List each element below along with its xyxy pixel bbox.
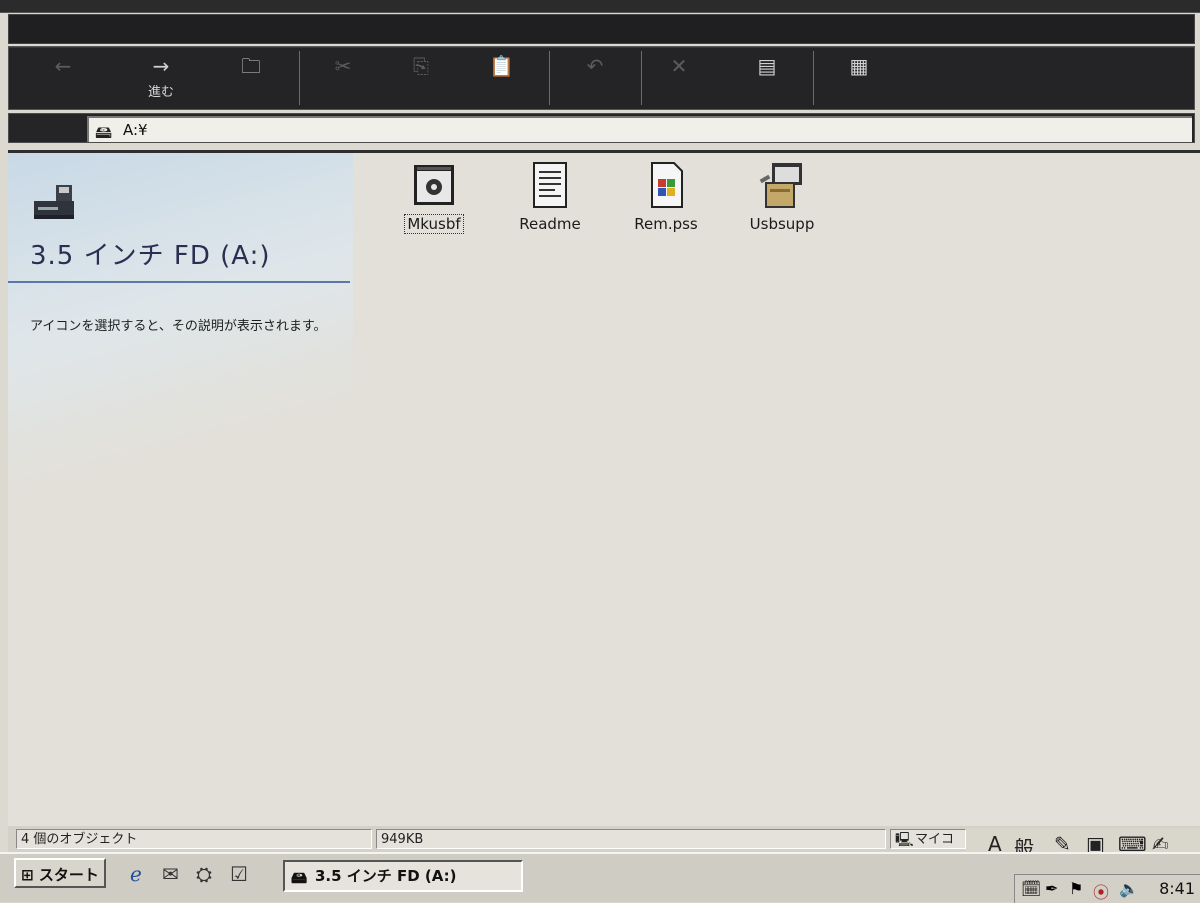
file-item[interactable]: Usbsupp bbox=[732, 161, 832, 233]
undo-icon: ↶ bbox=[586, 54, 604, 78]
toolbar-separator bbox=[299, 51, 300, 105]
file-name: Usbsupp bbox=[749, 215, 815, 233]
toolbar-separator bbox=[813, 51, 814, 105]
start-button[interactable]: ⊞ スタート bbox=[14, 858, 106, 888]
floppy-drive-icon bbox=[34, 185, 74, 219]
folder-view: 3.5 インチ FD (A:) アイコンを選択すると、その説明が表示されます。 … bbox=[8, 150, 1200, 828]
back-button[interactable]: ← bbox=[23, 49, 103, 107]
status-object-count: 4 個のオブジェクト bbox=[16, 829, 372, 849]
up-folder-button[interactable]: 🗀 bbox=[211, 49, 291, 107]
usb-icon[interactable]: ⦿ bbox=[1093, 879, 1109, 903]
paste-button[interactable]: 📋 bbox=[461, 49, 541, 107]
text-document-icon bbox=[533, 162, 567, 208]
floppy-drive-icon: 🖴 bbox=[291, 868, 308, 887]
system-tray: 🗓 ✒ ⚑ ⦿ 🔈 8:41 bbox=[1014, 874, 1200, 903]
status-zone-label: マイコ bbox=[915, 832, 955, 847]
delete-button[interactable]: ✕ bbox=[639, 49, 719, 107]
taskbar: ⊞ スタート ℯ ✉ ⛭ ☑ 🖴 3.5 インチ FD (A:) 🗓 ✒ ⚑ ⦿… bbox=[0, 852, 1200, 903]
channels-icon[interactable]: ☑ bbox=[230, 862, 248, 886]
views-button[interactable]: ▦ bbox=[819, 49, 899, 107]
pane-title: 3.5 インチ FD (A:) bbox=[30, 241, 271, 271]
views-icon: ▦ bbox=[849, 54, 869, 78]
internet-explorer-icon[interactable]: ℯ bbox=[130, 862, 142, 886]
delete-icon: ✕ bbox=[670, 54, 688, 78]
pane-divider bbox=[8, 281, 350, 283]
cut-button[interactable]: ✂ bbox=[303, 49, 383, 107]
scheduler-icon[interactable]: 🗓 bbox=[1021, 879, 1041, 898]
copy-icon: ⎘ bbox=[413, 54, 429, 78]
properties-icon: ▤ bbox=[757, 54, 777, 78]
copy-button[interactable]: ⎘ bbox=[381, 49, 461, 107]
computer-icon: 🖳 bbox=[895, 832, 914, 848]
file-name: Rem.pss bbox=[634, 215, 698, 233]
clock: 8:41 bbox=[1159, 879, 1195, 898]
file-name: Mkusbf bbox=[404, 214, 464, 234]
forward-button[interactable]: → 進む bbox=[121, 49, 201, 107]
floppy-drive-icon: 🖴 bbox=[95, 123, 113, 143]
screen: ← → 進む 🗀 ✂ ⎘ 📋 ↶ ✕ ▤ ▦ 🖴 A:¥ 3.5 インチ FD … bbox=[0, 0, 1200, 903]
start-label: スタート bbox=[38, 866, 99, 884]
arrow-left-icon: ← bbox=[54, 54, 72, 78]
arrow-right-icon: → bbox=[152, 54, 170, 78]
status-size: 949KB bbox=[376, 829, 886, 849]
undo-button[interactable]: ↶ bbox=[555, 49, 635, 107]
file-item[interactable]: Mkusbf bbox=[384, 161, 484, 234]
status-zone: 🖳 マイコ bbox=[890, 829, 966, 849]
windows-document-icon bbox=[651, 162, 683, 208]
pen-icon[interactable]: ✒ bbox=[1045, 879, 1058, 898]
toolbar-separator bbox=[549, 51, 550, 105]
network-icon[interactable]: ⚑ bbox=[1069, 879, 1083, 898]
outlook-express-icon[interactable]: ✉ bbox=[162, 862, 179, 886]
installer-icon bbox=[759, 163, 802, 208]
show-desktop-icon[interactable]: ⛭ bbox=[196, 862, 212, 886]
folder-up-icon: 🗀 bbox=[241, 54, 261, 78]
volume-icon[interactable]: 🔈 bbox=[1119, 879, 1139, 898]
file-item[interactable]: Rem.pss bbox=[616, 161, 716, 233]
properties-button[interactable]: ▤ bbox=[727, 49, 807, 107]
file-name: Readme bbox=[519, 215, 581, 233]
address-path: A:¥ bbox=[123, 121, 148, 139]
file-item[interactable]: Readme bbox=[500, 161, 600, 233]
menu-bar bbox=[8, 14, 1195, 44]
taskbar-window-button[interactable]: 🖴 3.5 インチ FD (A:) bbox=[283, 860, 523, 892]
address-input[interactable]: 🖴 A:¥ bbox=[87, 116, 1192, 143]
windows-logo-icon: ⊞ bbox=[21, 866, 34, 884]
paste-icon: 📋 bbox=[489, 54, 514, 78]
web-view-pane: 3.5 インチ FD (A:) アイコンを選択すると、その説明が表示されます。 bbox=[8, 153, 353, 828]
address-label bbox=[13, 118, 83, 138]
address-bar: 🖴 A:¥ bbox=[8, 113, 1195, 143]
toolbar: ← → 進む 🗀 ✂ ⎘ 📋 ↶ ✕ ▤ ▦ bbox=[8, 46, 1195, 110]
task-label: 3.5 インチ FD (A:) bbox=[315, 867, 457, 885]
title-bar bbox=[0, 0, 1200, 13]
forward-label: 進む bbox=[147, 85, 174, 100]
scissors-icon: ✂ bbox=[334, 54, 352, 78]
application-icon bbox=[414, 165, 454, 205]
pane-description: アイコンを選択すると、その説明が表示されます。 bbox=[30, 319, 327, 334]
